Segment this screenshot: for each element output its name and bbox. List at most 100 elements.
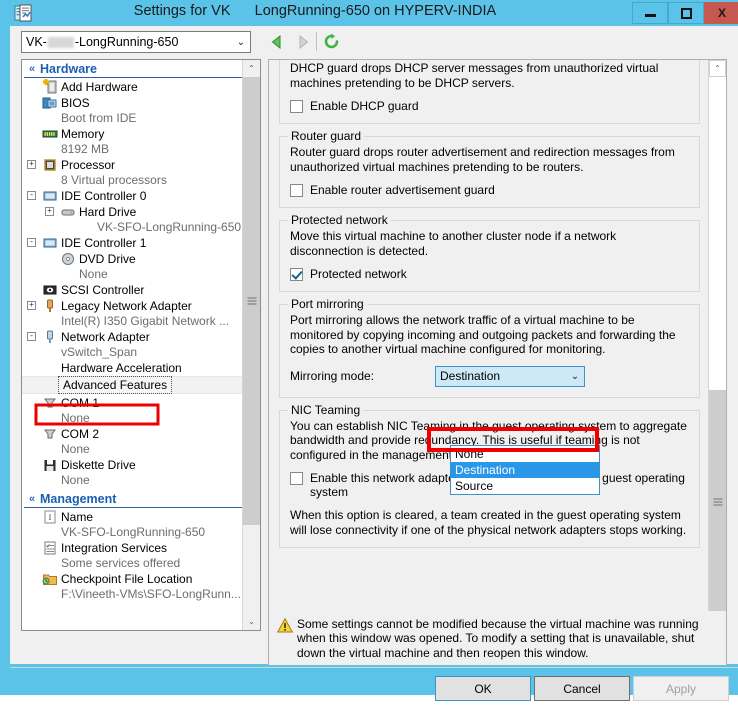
refresh-icon[interactable] <box>323 33 340 50</box>
redacted-segment <box>47 36 74 48</box>
tree-item-dvd-drive[interactable]: DVD Drive <box>22 251 244 267</box>
warning-triangle-icon <box>276 617 297 665</box>
dropdown-option-source[interactable]: Source <box>451 478 599 494</box>
tree-item-label: Add Hardware <box>61 80 138 94</box>
scrollbar-track[interactable] <box>709 77 726 390</box>
tree-item-label: Hard Drive <box>79 205 137 219</box>
checkbox-enable-router-advertisement-guard[interactable]: Enable router advertisement guard <box>290 183 689 197</box>
checkbox-box[interactable] <box>290 184 303 197</box>
tree-item-label: Network Adapter <box>61 330 150 344</box>
scroll-up-icon[interactable]: ⌃ <box>709 60 726 77</box>
group-dhcp-guard: DHCP guard drops DHCP server messages fr… <box>279 60 700 124</box>
collapse-icon[interactable]: - <box>27 191 36 200</box>
group-port-mirroring: Port mirroring Port mirroring allows the… <box>279 297 700 398</box>
settings-navigation-tree[interactable]: « Hardware Add Hardware BIOS Boot from I… <box>21 59 261 631</box>
dropdown-option-none[interactable]: None <box>451 446 599 462</box>
tree-item-subtext-row: VK-SFO-LongRunning-650 <box>22 525 244 540</box>
toolbar-separator <box>316 32 317 51</box>
network-adapter-icon <box>42 298 58 314</box>
section-title: Management <box>40 491 117 506</box>
tree-item-com-1[interactable]: COM 1 <box>22 395 244 411</box>
settings-window: Settings for VK LongRunning-650 on HYPER… <box>0 0 738 701</box>
detail-scrollbar[interactable]: ⌃ ⌄ <box>708 60 726 630</box>
scroll-up-icon[interactable]: ⌃ <box>243 60 260 77</box>
section-header-management[interactable]: « Management <box>24 490 242 508</box>
tree-item-subtext: vSwitch_Span <box>61 345 138 359</box>
tree-item-processor[interactable]: + Processor <box>22 157 244 173</box>
maximize-button[interactable] <box>668 2 704 24</box>
minimize-button[interactable] <box>632 2 668 24</box>
collapse-icon[interactable]: - <box>27 332 36 341</box>
vm-selector-value: VK- -LongRunning-650 <box>22 35 232 49</box>
tree-item-hardware-acceleration[interactable]: Hardware Acceleration <box>22 360 244 376</box>
tree-item-subtext-row: None <box>22 442 244 457</box>
group-description: Port mirroring allows the network traffi… <box>290 313 676 356</box>
tree-item-label: COM 2 <box>61 427 100 441</box>
scroll-down-icon[interactable]: ⌄ <box>243 613 260 630</box>
sidebar-scrollbar-thumb[interactable] <box>243 77 260 525</box>
warning-message: Some settings cannot be modified because… <box>297 617 699 660</box>
mirroring-mode-value: Destination <box>440 369 501 383</box>
tree-item-checkpoint-file-location[interactable]: Checkpoint File Location <box>22 571 244 587</box>
tree-item-integration-services[interactable]: Integration Services <box>22 540 244 556</box>
tree-item-subtext-row: Some services offered <box>22 556 244 571</box>
tree-item-name[interactable]: I Name <box>22 509 244 525</box>
tree-item-memory[interactable]: Memory <box>22 126 244 142</box>
tree-item-subtext-row: None <box>22 267 244 282</box>
group-title: NIC Teaming <box>288 402 364 417</box>
tree-item-subtext: None <box>61 411 90 425</box>
checkbox-protected-network[interactable]: Protected network <box>290 267 689 281</box>
tree-item-bios[interactable]: BIOS <box>22 95 244 111</box>
checkbox-box[interactable] <box>290 472 303 485</box>
checkbox-enable-dhcp-guard[interactable]: Enable DHCP guard <box>290 99 689 113</box>
tree-item-network-adapter[interactable]: - Network Adapter <box>22 329 244 345</box>
ok-button[interactable]: OK <box>435 676 531 701</box>
checkbox-box[interactable] <box>290 100 303 113</box>
mirroring-mode-combobox[interactable]: Destination ⌄ <box>435 365 585 387</box>
detail-scroll-content: DHCP guard drops DHCP server messages fr… <box>269 60 710 630</box>
processor-icon <box>42 157 58 173</box>
checkbox-label: Protected network <box>310 267 407 281</box>
section-title: Hardware <box>40 61 97 76</box>
close-button[interactable]: X <box>704 2 738 24</box>
ide-controller-icon <box>42 188 58 204</box>
section-header-hardware[interactable]: « Hardware <box>24 60 242 78</box>
tree-item-ide-controller-0[interactable]: - IDE Controller 0 <box>22 188 244 204</box>
tree-item-add-hardware[interactable]: Add Hardware <box>22 79 244 95</box>
vm-selector-combobox[interactable]: VK- -LongRunning-650 ⌄ <box>21 31 251 53</box>
dvd-drive-icon <box>60 251 76 267</box>
tree-item-legacy-network-adapter[interactable]: + Legacy Network Adapter <box>22 298 244 314</box>
mirroring-mode-dropdown-list[interactable]: None Destination Source <box>450 445 600 495</box>
name-icon: I <box>42 509 58 525</box>
checkbox-label: Enable DHCP guard <box>310 99 419 113</box>
tree-item-scsi-controller[interactable]: SCSI Controller <box>22 282 244 298</box>
tree-item-ide-controller-1[interactable]: - IDE Controller 1 <box>22 235 244 251</box>
detail-scrollbar-thumb[interactable] <box>709 390 726 613</box>
settings-detail-panel: DHCP guard drops DHCP server messages fr… <box>268 59 727 631</box>
integration-services-icon <box>42 540 58 556</box>
tree-item-subtext: None <box>61 442 90 456</box>
chevron-down-icon: ⌄ <box>236 36 246 48</box>
expand-icon[interactable]: + <box>27 160 36 169</box>
back-arrow-icon[interactable] <box>269 34 285 50</box>
tree-item-subtext: None <box>79 267 108 281</box>
group-description: DHCP guard drops DHCP server messages fr… <box>290 61 659 90</box>
svg-text:I: I <box>49 513 52 522</box>
hard-drive-icon <box>60 204 76 220</box>
tree-item-subtext: 8 Virtual processors <box>61 173 167 187</box>
tree-item-subtext: F:\Vineeth-VMs\SFO-LongRunn... <box>61 587 241 601</box>
tree-item-label: Memory <box>61 127 105 141</box>
tree-item-subtext: 8192 MB <box>61 142 110 156</box>
dropdown-option-destination[interactable]: Destination <box>451 462 599 478</box>
checkbox-box[interactable] <box>290 268 303 281</box>
tree-item-advanced-features[interactable]: Advanced Features <box>22 376 244 394</box>
tree-item-hard-drive[interactable]: + Hard Drive <box>22 204 244 220</box>
expand-icon[interactable]: + <box>27 301 36 310</box>
tree-item-com-2[interactable]: COM 2 <box>22 426 244 442</box>
sidebar-scrollbar[interactable]: ⌃ ⌄ <box>242 60 260 630</box>
collapse-icon[interactable]: - <box>27 238 36 247</box>
tree-item-subtext-row: Boot from IDE <box>22 111 244 126</box>
tree-item-diskette-drive[interactable]: Diskette Drive <box>22 457 244 473</box>
expand-icon[interactable]: + <box>45 207 54 216</box>
tree-item-label: Checkpoint File Location <box>61 572 193 586</box>
